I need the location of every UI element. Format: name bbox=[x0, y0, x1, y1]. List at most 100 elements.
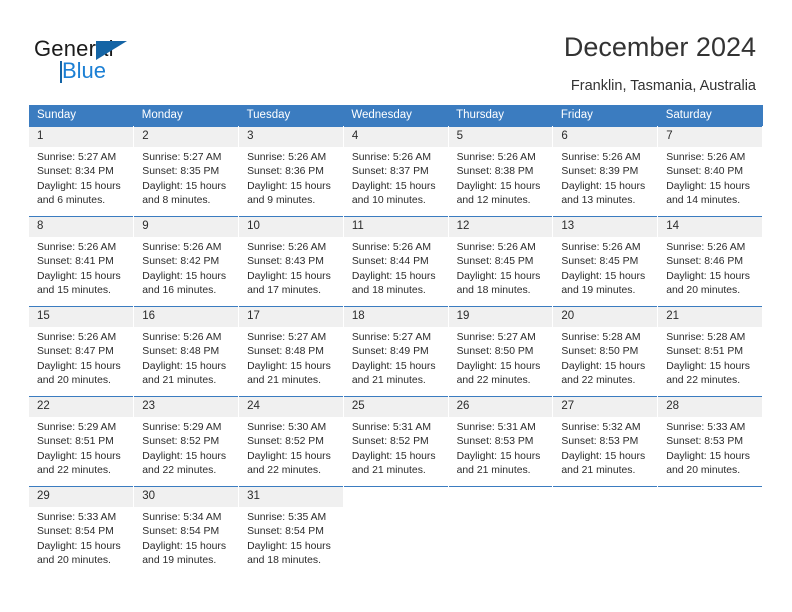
calendar-day-cell[interactable]: 5 Sunrise: 5:26 AM Sunset: 8:38 PM Daylight… bbox=[448, 126, 554, 217]
daylight-text-line1: Daylight: 15 hours bbox=[561, 360, 646, 372]
daylight-text-line1: Daylight: 15 hours bbox=[247, 270, 331, 282]
day-number bbox=[658, 487, 762, 506]
daylight-text-line2: and 19 minutes. bbox=[142, 555, 217, 567]
calendar-day-cell[interactable]: 4 Sunrise: 5:26 AM Sunset: 8:37 PM Daylight… bbox=[343, 126, 449, 217]
daylight-text-line1: Daylight: 15 hours bbox=[351, 180, 436, 192]
calendar-day-cell[interactable]: 28 Sunrise: 5:33 AM Sunset: 8:53 PM Dayligh… bbox=[657, 396, 763, 487]
calendar-day-cell[interactable]: 9 Sunrise: 5:26 AM Sunset: 8:42 PM Daylight… bbox=[133, 216, 240, 307]
calendar-day-cell-empty bbox=[343, 486, 449, 576]
calendar-day-cell[interactable]: 6 Sunrise: 5:26 AM Sunset: 8:39 PM Daylight… bbox=[552, 126, 659, 217]
sunrise-text: Sunrise: 5:32 AM bbox=[561, 422, 641, 433]
calendar-day-cell[interactable]: 29 Sunrise: 5:33 AM Sunset: 8:54 PM Dayligh… bbox=[29, 486, 135, 576]
daylight-text-line2: and 14 minutes. bbox=[666, 195, 741, 207]
calendar-day-cell[interactable]: 25 Sunrise: 5:31 AM Sunset: 8:52 PM Dayligh… bbox=[343, 396, 449, 487]
sunset-text: Sunset: 8:48 PM bbox=[142, 346, 220, 358]
day-details: Sunrise: 5:30 AM Sunset: 8:52 PM Daylight:… bbox=[239, 417, 343, 479]
daylight-text-line1: Daylight: 15 hours bbox=[351, 360, 436, 372]
calendar-day-cell[interactable]: 17 Sunrise: 5:27 AM Sunset: 8:48 PM Dayligh… bbox=[238, 306, 344, 397]
sunrise-text: Sunrise: 5:26 AM bbox=[666, 242, 746, 253]
sunrise-text: Sunrise: 5:26 AM bbox=[561, 152, 641, 163]
daylight-text-line1: Daylight: 15 hours bbox=[351, 270, 436, 282]
calendar-day-cell[interactable]: 1 Sunrise: 5:27 AM Sunset: 8:34 PM Daylight… bbox=[29, 126, 135, 217]
calendar-day-cell[interactable]: 16 Sunrise: 5:26 AM Sunset: 8:48 PM Dayligh… bbox=[133, 306, 240, 397]
day-details: Sunrise: 5:26 AM Sunset: 8:43 PM Daylight:… bbox=[239, 237, 343, 299]
day-details: Sunrise: 5:26 AM Sunset: 8:41 PM Daylight:… bbox=[29, 237, 133, 299]
sunrise-text: Sunrise: 5:27 AM bbox=[456, 332, 536, 343]
day-number: 5 bbox=[448, 127, 553, 147]
day-number bbox=[343, 487, 448, 506]
day-details: Sunrise: 5:33 AM Sunset: 8:54 PM Daylight:… bbox=[29, 507, 133, 569]
calendar-day-cell[interactable]: 27 Sunrise: 5:32 AM Sunset: 8:53 PM Dayligh… bbox=[552, 396, 659, 487]
sunset-text: Sunset: 8:45 PM bbox=[561, 256, 639, 268]
daylight-text-line2: and 20 minutes. bbox=[37, 555, 111, 567]
sunset-text: Sunset: 8:45 PM bbox=[456, 256, 534, 268]
sunset-text: Sunset: 8:52 PM bbox=[142, 436, 220, 448]
day-number: 4 bbox=[343, 127, 448, 147]
weekday-header-saturday: Saturday bbox=[657, 105, 763, 127]
calendar-day-cell[interactable]: 14 Sunrise: 5:26 AM Sunset: 8:46 PM Dayligh… bbox=[657, 216, 763, 307]
calendar-day-cell[interactable]: 7 Sunrise: 5:26 AM Sunset: 8:40 PM Daylight… bbox=[657, 126, 763, 217]
calendar-day-cell-empty bbox=[657, 486, 763, 576]
day-details: Sunrise: 5:27 AM Sunset: 8:50 PM Daylight:… bbox=[449, 327, 553, 389]
day-details: Sunrise: 5:26 AM Sunset: 8:44 PM Daylight:… bbox=[344, 237, 448, 299]
calendar-day-cell[interactable]: 15 Sunrise: 5:26 AM Sunset: 8:47 PM Dayligh… bbox=[29, 306, 135, 397]
sunset-text: Sunset: 8:42 PM bbox=[142, 256, 220, 268]
sunrise-text: Sunrise: 5:26 AM bbox=[142, 332, 222, 343]
sunrise-text: Sunrise: 5:26 AM bbox=[456, 242, 536, 253]
calendar-day-cell-empty bbox=[552, 486, 659, 576]
day-number: 22 bbox=[29, 397, 134, 417]
calendar-day-cell[interactable]: 21 Sunrise: 5:28 AM Sunset: 8:51 PM Dayligh… bbox=[657, 306, 763, 397]
calendar-day-cell[interactable]: 20 Sunrise: 5:28 AM Sunset: 8:50 PM Dayligh… bbox=[552, 306, 659, 397]
daylight-text-line2: and 12 minutes. bbox=[456, 195, 531, 207]
daylight-text-line1: Daylight: 15 hours bbox=[456, 450, 541, 462]
calendar-day-cell[interactable]: 22 Sunrise: 5:29 AM Sunset: 8:51 PM Dayligh… bbox=[29, 396, 135, 487]
daylight-text-line2: and 21 minutes. bbox=[142, 375, 217, 387]
calendar-day-cell[interactable]: 3 Sunrise: 5:26 AM Sunset: 8:36 PM Daylight… bbox=[238, 126, 344, 217]
daylight-text-line2: and 8 minutes. bbox=[142, 195, 211, 207]
calendar-day-cell[interactable]: 2 Sunrise: 5:27 AM Sunset: 8:35 PM Daylight… bbox=[133, 126, 240, 217]
day-number: 18 bbox=[343, 307, 448, 327]
brand-name-blue: Blue bbox=[62, 58, 107, 83]
calendar-day-cell[interactable]: 13 Sunrise: 5:26 AM Sunset: 8:45 PM Dayligh… bbox=[552, 216, 659, 307]
sunrise-text: Sunrise: 5:27 AM bbox=[351, 332, 431, 343]
calendar-day-cell[interactable]: 30 Sunrise: 5:34 AM Sunset: 8:54 PM Dayligh… bbox=[133, 486, 240, 576]
calendar-day-cell[interactable]: 18 Sunrise: 5:27 AM Sunset: 8:49 PM Dayligh… bbox=[343, 306, 449, 397]
page-header: General Blue December 2024 Franklin, Tas… bbox=[0, 0, 792, 98]
day-details: Sunrise: 5:26 AM Sunset: 8:42 PM Daylight:… bbox=[134, 237, 238, 299]
day-number: 20 bbox=[553, 307, 658, 327]
sunrise-text: Sunrise: 5:29 AM bbox=[37, 422, 117, 433]
sunset-text: Sunset: 8:50 PM bbox=[456, 346, 534, 358]
daylight-text-line1: Daylight: 15 hours bbox=[142, 540, 227, 552]
day-number: 26 bbox=[448, 397, 553, 417]
day-number: 27 bbox=[553, 397, 658, 417]
daylight-text-line1: Daylight: 15 hours bbox=[142, 450, 227, 462]
day-details: Sunrise: 5:27 AM Sunset: 8:48 PM Daylight:… bbox=[239, 327, 343, 389]
calendar-week-row: 1 Sunrise: 5:27 AM Sunset: 8:34 PM Daylight… bbox=[29, 126, 763, 217]
calendar-day-cell[interactable]: 12 Sunrise: 5:26 AM Sunset: 8:45 PM Dayligh… bbox=[448, 216, 554, 307]
sunrise-text: Sunrise: 5:27 AM bbox=[142, 152, 222, 163]
day-number bbox=[448, 487, 553, 506]
daylight-text-line1: Daylight: 15 hours bbox=[456, 360, 541, 372]
calendar-day-cell[interactable]: 24 Sunrise: 5:30 AM Sunset: 8:52 PM Dayligh… bbox=[238, 396, 344, 487]
daylight-text-line2: and 6 minutes. bbox=[37, 195, 106, 207]
weekday-header-wednesday: Wednesday bbox=[343, 105, 449, 127]
calendar-day-cell[interactable]: 23 Sunrise: 5:29 AM Sunset: 8:52 PM Dayligh… bbox=[133, 396, 240, 487]
calendar-day-cell[interactable]: 10 Sunrise: 5:26 AM Sunset: 8:43 PM Dayligh… bbox=[238, 216, 344, 307]
calendar-day-cell[interactable]: 31 Sunrise: 5:35 AM Sunset: 8:54 PM Dayligh… bbox=[238, 486, 344, 576]
calendar-day-cell[interactable]: 26 Sunrise: 5:31 AM Sunset: 8:53 PM Dayligh… bbox=[448, 396, 554, 487]
brand-logo[interactable]: General Blue bbox=[34, 36, 204, 84]
day-number: 23 bbox=[134, 397, 239, 417]
sunrise-text: Sunrise: 5:33 AM bbox=[666, 422, 746, 433]
daylight-text-line2: and 13 minutes. bbox=[561, 195, 636, 207]
day-details: Sunrise: 5:26 AM Sunset: 8:39 PM Daylight:… bbox=[553, 147, 657, 209]
daylight-text-line2: and 22 minutes. bbox=[561, 375, 636, 387]
sunrise-text: Sunrise: 5:26 AM bbox=[456, 152, 536, 163]
day-number: 25 bbox=[343, 397, 448, 417]
daylight-text-line2: and 10 minutes. bbox=[351, 195, 426, 207]
daylight-text-line1: Daylight: 15 hours bbox=[37, 450, 121, 462]
calendar-day-cell[interactable]: 8 Sunrise: 5:26 AM Sunset: 8:41 PM Daylight… bbox=[29, 216, 135, 307]
page-title: December 2024 bbox=[563, 32, 756, 62]
day-number: 31 bbox=[239, 487, 343, 507]
calendar-day-cell[interactable]: 19 Sunrise: 5:27 AM Sunset: 8:50 PM Dayligh… bbox=[448, 306, 554, 397]
calendar-day-cell[interactable]: 11 Sunrise: 5:26 AM Sunset: 8:44 PM Dayligh… bbox=[343, 216, 449, 307]
